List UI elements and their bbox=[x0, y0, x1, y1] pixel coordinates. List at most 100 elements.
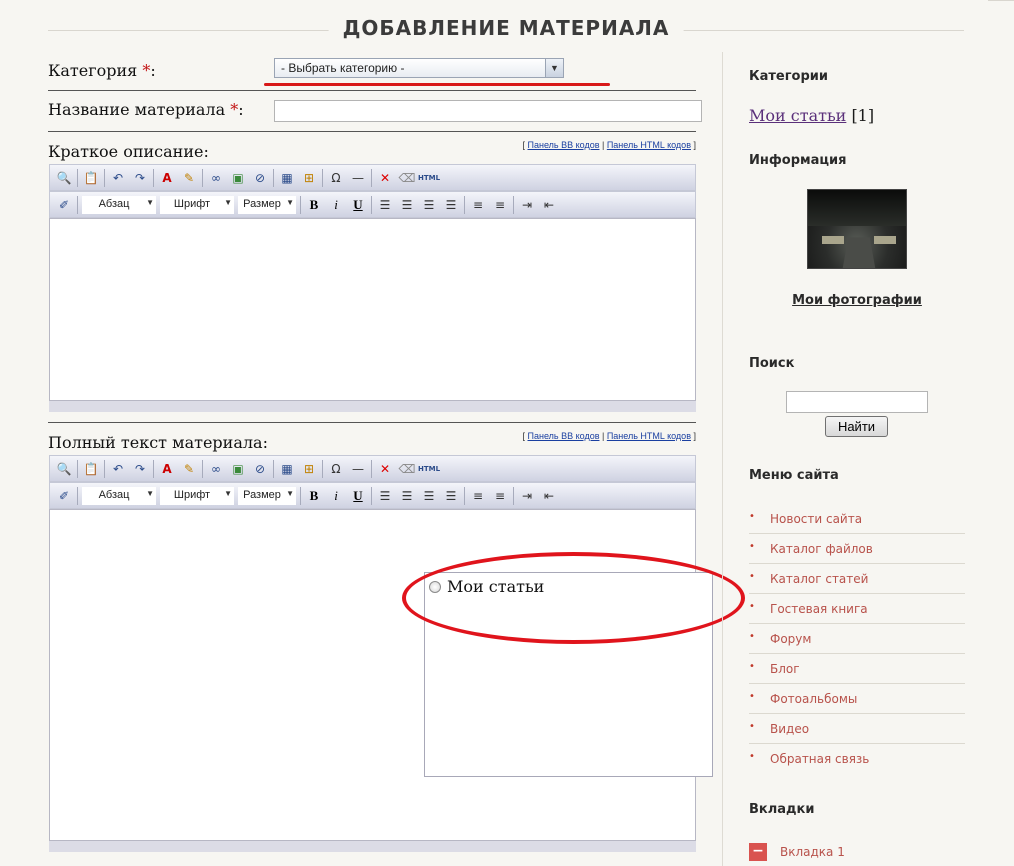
menu-item-label[interactable]: Каталог файлов bbox=[770, 542, 873, 556]
menu-item-label[interactable]: Видео bbox=[770, 722, 809, 736]
ordered-list-icon[interactable]: ≡ bbox=[467, 195, 489, 215]
collapse-icon[interactable]: − bbox=[749, 843, 767, 861]
menu-item-label[interactable]: Гостевая книга bbox=[770, 602, 868, 616]
undo-icon[interactable]: ↶ bbox=[107, 459, 129, 479]
redo-icon[interactable]: ↷ bbox=[129, 168, 151, 188]
unordered-list-icon[interactable]: ≡ bbox=[489, 486, 511, 506]
html-codes-panel-link[interactable]: Панель HTML кодов bbox=[607, 431, 691, 441]
remove-format-icon[interactable]: ✕ bbox=[374, 459, 396, 479]
category-link[interactable]: Мои статьи bbox=[749, 106, 846, 125]
category-select[interactable]: - Выбрать категорию - ▼ bbox=[274, 58, 564, 78]
table-icon[interactable]: ▦ bbox=[276, 168, 298, 188]
chevron-down-icon[interactable]: ▼ bbox=[545, 59, 563, 77]
eraser-icon[interactable]: ⌫ bbox=[396, 168, 418, 188]
html-codes-panel-link[interactable]: Панель HTML кодов bbox=[607, 140, 691, 150]
menu-item-label[interactable]: Новости сайта bbox=[770, 512, 862, 526]
align-center-icon[interactable]: ☰ bbox=[396, 486, 418, 506]
menu-item[interactable]: • Видео bbox=[749, 714, 965, 744]
undo-icon[interactable]: ↶ bbox=[107, 168, 129, 188]
align-left-icon[interactable]: ☰ bbox=[374, 486, 396, 506]
toolbar-separator bbox=[104, 459, 105, 478]
italic-button[interactable]: i bbox=[325, 195, 347, 215]
ordered-list-icon[interactable]: ≡ bbox=[467, 486, 489, 506]
highlight-color-icon[interactable]: ✎ bbox=[178, 459, 200, 479]
menu-item[interactable]: • Фотоальбомы bbox=[749, 684, 965, 714]
material-name-input[interactable] bbox=[274, 100, 702, 122]
indent-icon[interactable]: ⇥ bbox=[516, 486, 538, 506]
italic-button[interactable]: i bbox=[325, 486, 347, 506]
bold-button[interactable]: B bbox=[303, 195, 325, 215]
align-right-icon[interactable]: ☰ bbox=[418, 486, 440, 506]
unordered-list-icon[interactable]: ≡ bbox=[489, 195, 511, 215]
highlight-color-icon[interactable]: ✎ bbox=[178, 168, 200, 188]
menu-item-label[interactable]: Фотоальбомы bbox=[770, 692, 857, 706]
font-select[interactable]: Шрифт ▼ bbox=[160, 195, 234, 214]
category-option[interactable]: Мои статьи bbox=[447, 577, 544, 596]
link-icon[interactable]: ∞ bbox=[205, 168, 227, 188]
indent-icon[interactable]: ⇥ bbox=[516, 195, 538, 215]
search-button[interactable]: Найти bbox=[825, 416, 888, 437]
redo-icon[interactable]: ↷ bbox=[129, 459, 151, 479]
image-icon[interactable]: ▣ bbox=[227, 168, 249, 188]
paragraph-format-select[interactable]: Абзац ▼ bbox=[82, 195, 156, 214]
align-right-icon[interactable]: ☰ bbox=[418, 195, 440, 215]
html-source-icon[interactable]: HTML bbox=[418, 168, 440, 188]
outdent-icon[interactable]: ⇤ bbox=[538, 486, 560, 506]
font-size-select[interactable]: Размер ▼ bbox=[238, 486, 296, 505]
menu-item-label[interactable]: Форум bbox=[770, 632, 811, 646]
flash-icon[interactable]: ⊘ bbox=[249, 459, 271, 479]
remove-format-icon[interactable]: ✕ bbox=[374, 168, 396, 188]
special-char-icon[interactable]: Ω bbox=[325, 459, 347, 479]
menu-item[interactable]: • Гостевая книга bbox=[749, 594, 965, 624]
photos-link[interactable]: Мои фотографии bbox=[792, 293, 922, 308]
menu-item[interactable]: • Каталог файлов bbox=[749, 534, 965, 564]
menu-item[interactable]: • Обратная связь bbox=[749, 744, 965, 774]
flash-icon[interactable]: ⊘ bbox=[249, 168, 271, 188]
horizontal-rule-icon[interactable]: — bbox=[347, 459, 369, 479]
special-char-icon[interactable]: Ω bbox=[325, 168, 347, 188]
tab-item[interactable]: − Вкладка 1 bbox=[749, 843, 965, 863]
menu-item-label[interactable]: Блог bbox=[770, 662, 800, 676]
link-icon[interactable]: ∞ bbox=[205, 459, 227, 479]
eraser-icon[interactable]: ⌫ bbox=[396, 459, 418, 479]
align-left-icon[interactable]: ☰ bbox=[374, 195, 396, 215]
image-icon[interactable]: ▣ bbox=[227, 459, 249, 479]
menu-item[interactable]: • Новости сайта bbox=[749, 504, 965, 534]
bb-codes-panel-link[interactable]: Панель BB кодов bbox=[528, 431, 600, 441]
short-description-textarea[interactable] bbox=[49, 218, 696, 401]
html-source-icon[interactable]: HTML bbox=[418, 459, 440, 479]
bold-button[interactable]: B bbox=[303, 486, 325, 506]
edit-icon[interactable]: ✐ bbox=[53, 195, 75, 215]
font-select[interactable]: Шрифт ▼ bbox=[160, 486, 234, 505]
preview-icon[interactable]: 🔍 bbox=[53, 168, 75, 188]
menu-item[interactable]: • Блог bbox=[749, 654, 965, 684]
photo-thumbnail[interactable] bbox=[807, 189, 907, 269]
menu-item-label[interactable]: Обратная связь bbox=[770, 752, 869, 766]
toolbar-separator bbox=[104, 168, 105, 187]
paste-icon[interactable]: 📋 bbox=[80, 168, 102, 188]
category-radio[interactable] bbox=[429, 581, 441, 593]
table-edit-icon[interactable]: ⊞ bbox=[298, 168, 320, 188]
align-center-icon[interactable]: ☰ bbox=[396, 195, 418, 215]
table-edit-icon[interactable]: ⊞ bbox=[298, 459, 320, 479]
menu-item-label[interactable]: Каталог статей bbox=[770, 572, 868, 586]
search-input[interactable] bbox=[786, 391, 928, 413]
table-icon[interactable]: ▦ bbox=[276, 459, 298, 479]
font-size-select[interactable]: Размер ▼ bbox=[238, 195, 296, 214]
text-color-icon[interactable]: A bbox=[156, 168, 178, 188]
underline-button[interactable]: U bbox=[347, 195, 369, 215]
menu-item[interactable]: • Каталог статей bbox=[749, 564, 965, 594]
menu-item[interactable]: • Форум bbox=[749, 624, 965, 654]
outdent-icon[interactable]: ⇤ bbox=[538, 195, 560, 215]
paragraph-format-select[interactable]: Абзац ▼ bbox=[82, 486, 156, 505]
bb-codes-panel-link[interactable]: Панель BB кодов bbox=[528, 140, 600, 150]
align-justify-icon[interactable]: ☰ bbox=[440, 195, 462, 215]
preview-icon[interactable]: 🔍 bbox=[53, 459, 75, 479]
edit-icon[interactable]: ✐ bbox=[53, 486, 75, 506]
tab-item-label[interactable]: Вкладка 1 bbox=[780, 845, 845, 859]
align-justify-icon[interactable]: ☰ bbox=[440, 486, 462, 506]
underline-button[interactable]: U bbox=[347, 486, 369, 506]
text-color-icon[interactable]: A bbox=[156, 459, 178, 479]
paste-icon[interactable]: 📋 bbox=[80, 459, 102, 479]
horizontal-rule-icon[interactable]: — bbox=[347, 168, 369, 188]
